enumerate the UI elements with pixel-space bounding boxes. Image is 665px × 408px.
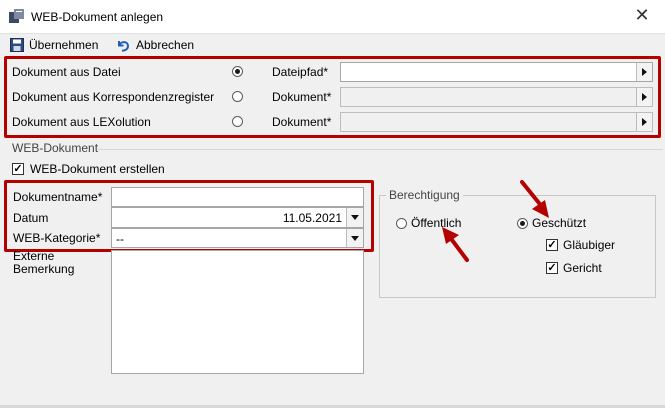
- public-radio[interactable]: [396, 218, 407, 229]
- cancel-label: Abbrechen: [136, 38, 195, 52]
- remark-textarea[interactable]: [111, 250, 364, 374]
- section-divider: [98, 149, 663, 150]
- document-icon: [9, 9, 24, 23]
- web-section-title: WEB-Dokument: [12, 141, 99, 155]
- cancel-button[interactable]: Abbrechen: [116, 36, 194, 54]
- accept-label: Übernehmen: [29, 38, 99, 52]
- save-icon: [10, 38, 24, 52]
- undo-icon: [118, 40, 130, 52]
- window-title: WEB-Dokument anlegen: [31, 10, 164, 24]
- create-web-checkbox[interactable]: ✓: [12, 163, 24, 175]
- create-web-label: WEB-Dokument erstellen: [30, 162, 165, 176]
- web-fields-highlight-box: [4, 180, 374, 252]
- remark-label-line2: Bemerkung: [13, 262, 75, 276]
- accept-button[interactable]: Übernehmen: [10, 36, 98, 54]
- arrow-to-public-icon: [442, 227, 469, 262]
- title-bar: WEB-Dokument anlegen ✕: [0, 0, 665, 34]
- remark-label-line1: Externe: [13, 249, 55, 263]
- source-highlight-box: [4, 56, 661, 138]
- close-icon[interactable]: ✕: [630, 4, 654, 26]
- annotation-arrows: [442, 180, 549, 262]
- arrow-to-protected-icon: [520, 180, 549, 218]
